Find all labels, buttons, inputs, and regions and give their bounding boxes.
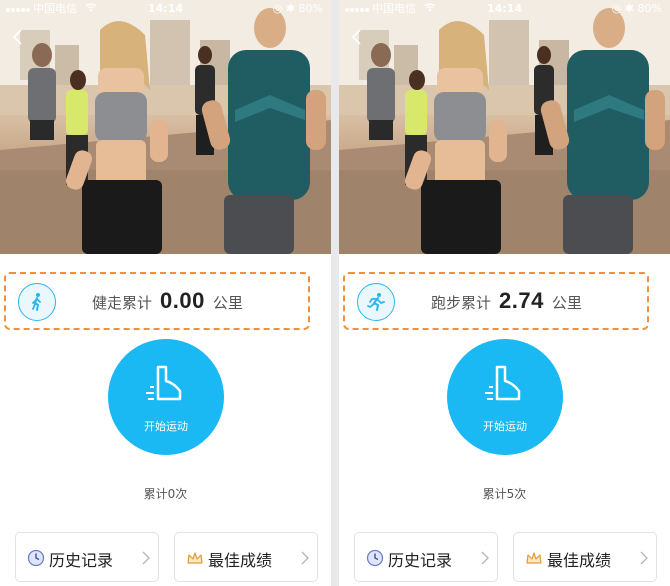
chevron-left-icon — [12, 29, 22, 45]
best-score-button[interactable]: 最佳成绩 — [174, 532, 318, 582]
location-icon: ◎ — [611, 2, 622, 15]
history-label: 历史记录 — [49, 551, 114, 570]
status-right: ◎ ✱ 80% — [273, 0, 323, 18]
session-count: 累计0次 — [143, 487, 188, 501]
walking-person-icon — [18, 283, 56, 321]
walking-screen: 中国电信 14:14 ◎ ✱ 80% 健走累计 0.00 公里 开始运动 累计0… — [0, 0, 331, 586]
running-screen: 中国电信 14:14 ◎ ✱ 80% 跑步累计 2.74 公里 开始运动 累计5… — [339, 0, 670, 586]
history-button[interactable]: 历史记录 — [15, 532, 159, 582]
session-count: 累计5次 — [482, 487, 527, 501]
chevron-right-icon — [640, 551, 648, 565]
clock-icon — [27, 549, 45, 567]
status-bar: 中国电信 14:14 ◎ ✱ 80% — [0, 0, 331, 18]
history-button[interactable]: 历史记录 — [354, 532, 498, 582]
shoe-icon — [146, 365, 182, 401]
chevron-left-icon — [351, 29, 361, 45]
distance-label: 健走累计 — [92, 294, 153, 312]
back-button[interactable] — [347, 26, 369, 48]
running-person-icon — [357, 283, 395, 321]
back-button[interactable] — [8, 26, 30, 48]
start-exercise-button[interactable]: 开始运动 — [447, 339, 563, 455]
distance-value: 2.74 — [499, 288, 544, 313]
distance-value: 0.00 — [160, 288, 205, 313]
hero-photo — [339, 0, 670, 254]
crown-icon — [187, 552, 203, 564]
best-score-label: 最佳成绩 — [547, 551, 612, 570]
chevron-right-icon — [301, 551, 309, 565]
history-label: 历史记录 — [388, 551, 453, 570]
location-icon: ◎ — [272, 2, 283, 15]
start-exercise-button[interactable]: 开始运动 — [108, 339, 224, 455]
status-right: ◎ ✱ 80% — [612, 0, 662, 18]
start-exercise-label: 开始运动 — [483, 420, 527, 433]
start-exercise-label: 开始运动 — [144, 420, 188, 433]
distance-label: 跑步累计 — [431, 294, 492, 312]
distance-summary-card: 健走累计 0.00 公里 — [4, 272, 310, 330]
distance-unit: 公里 — [551, 294, 582, 312]
chevron-right-icon — [481, 551, 489, 565]
hero-photo — [0, 0, 331, 254]
crown-icon — [526, 552, 542, 564]
best-score-label: 最佳成绩 — [208, 551, 273, 570]
battery-percent: 80% — [298, 2, 323, 15]
distance-summary: 跑步累计 2.74 公里 — [431, 288, 582, 316]
shoe-icon — [485, 365, 521, 401]
status-bar: 中国电信 14:14 ◎ ✱ 80% — [339, 0, 670, 18]
clock-icon — [366, 549, 384, 567]
chevron-right-icon — [142, 551, 150, 565]
battery-percent: 80% — [637, 2, 662, 15]
distance-summary: 健走累计 0.00 公里 — [92, 288, 243, 316]
distance-unit: 公里 — [212, 294, 243, 312]
bluetooth-icon: ✱ — [624, 2, 635, 15]
bluetooth-icon: ✱ — [285, 2, 296, 15]
best-score-button[interactable]: 最佳成绩 — [513, 532, 657, 582]
distance-summary-card: 跑步累计 2.74 公里 — [343, 272, 649, 330]
